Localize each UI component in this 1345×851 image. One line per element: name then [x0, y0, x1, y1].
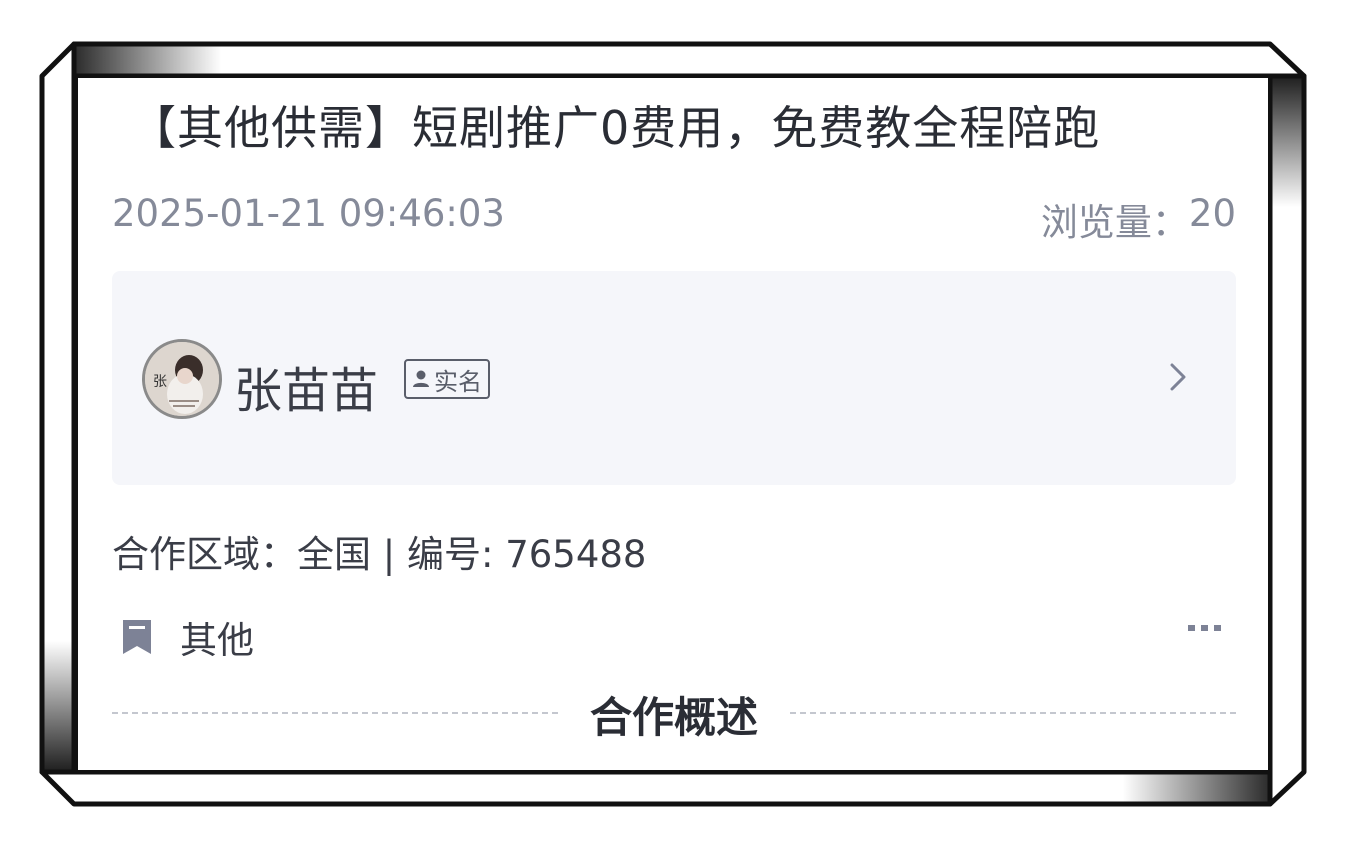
bookmark-icon — [123, 620, 151, 654]
view-count-label: 浏览量： — [1040, 201, 1189, 244]
person-icon — [413, 370, 429, 387]
publisher-card[interactable]: 张 张苗苗 实名 — [112, 271, 1236, 485]
view-count: 浏览量： 20 — [1041, 192, 1236, 246]
verified-badge: 实名 — [404, 359, 490, 399]
section-title: 合作概述 — [589, 693, 758, 742]
category-label: 其他 — [180, 619, 254, 662]
post-datetime: 2025-01-21 09:46:03 — [112, 192, 505, 235]
publisher-name[interactable]: 张苗苗 — [234, 351, 378, 421]
post-title: 【其他供需】短剧推广0费用，免费教全程陪跑 — [130, 101, 1101, 155]
post-detail-card: 【其他供需】短剧推广0费用，免费教全程陪跑 2025-01-21 09:46:0… — [78, 78, 1268, 770]
avatar-glyph: 张 — [153, 374, 167, 390]
section-divider-right — [790, 712, 1236, 714]
category-row: 其他 — [112, 610, 254, 664]
chevron-right-icon[interactable] — [1166, 359, 1190, 395]
avatar[interactable]: 张 — [142, 339, 222, 419]
verified-label: 实名 — [434, 367, 482, 396]
view-count-value: 20 — [1188, 192, 1236, 235]
section-header: 合作概述 — [112, 682, 1236, 742]
more-icon[interactable] — [1186, 620, 1224, 636]
region-and-id: 合作区域：全国 | 编号: 765488 — [112, 533, 647, 576]
